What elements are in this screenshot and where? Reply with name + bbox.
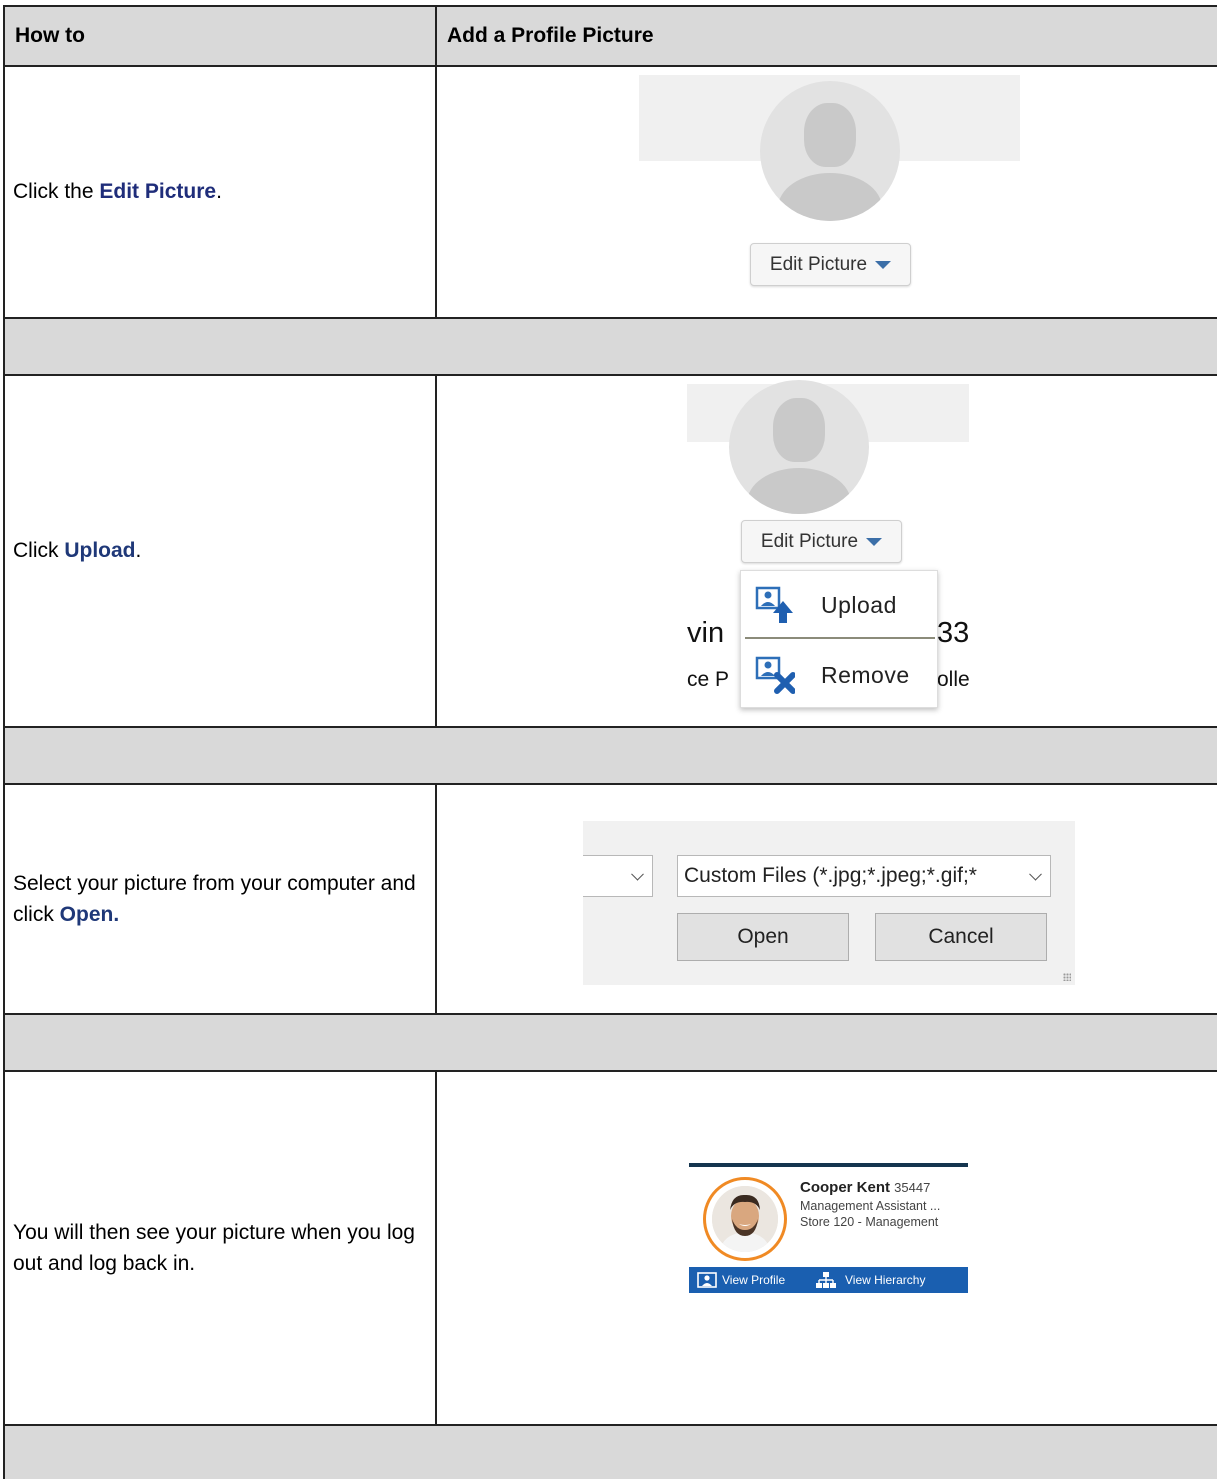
separator-row [3, 726, 1217, 785]
step-1-highlight: Edit Picture [99, 180, 217, 204]
profile-photo [703, 1177, 787, 1261]
step-3-screenshot: Custom Files (*.jpg;*.jpeg;*.gif;* Open … [435, 783, 1217, 1015]
remove-label: Remove [821, 661, 910, 688]
step-2-pre: Click [13, 539, 65, 563]
step-row-4: You will then see your picture when you … [3, 1070, 1217, 1426]
upload-menu-screenshot: Edit Picture vin 33 ce P olle Upload Rem… [687, 380, 977, 720]
view-profile-link[interactable]: View Profile [722, 1273, 785, 1287]
step-row-3: Select your picture from your computer a… [3, 783, 1217, 1015]
step-1-text: Click the Edit Picture. [3, 65, 437, 319]
step-3-text: Select your picture from your computer a… [3, 783, 437, 1015]
edit-picture-label: Edit Picture [769, 253, 868, 275]
step-2-post: . [135, 539, 142, 563]
page: How to Add a Profile Picture Click the E… [0, 0, 1217, 1479]
card-top-bar [689, 1163, 968, 1167]
remove-icon [755, 656, 795, 694]
edit-picture-screenshot: Edit Picture [639, 75, 1020, 297]
profile-job-title: Management Assistant ... [800, 1199, 941, 1213]
caret-down-icon [866, 537, 883, 546]
step-1-screenshot: Edit Picture [435, 65, 1217, 319]
separator-row [3, 317, 1217, 376]
edit-picture-menu: Upload Remove [740, 570, 938, 708]
view-hierarchy-icon [816, 1272, 836, 1288]
upload-icon [755, 586, 793, 623]
open-label: Open [737, 925, 789, 948]
separator-row [3, 1013, 1217, 1072]
background-id-fragment: 33 [937, 617, 970, 649]
menu-divider [745, 637, 935, 639]
upload-label: Upload [821, 591, 897, 618]
open-button[interactable]: Open [677, 913, 849, 961]
chevron-down-icon [1029, 867, 1042, 881]
resize-grip-icon[interactable] [1063, 973, 1071, 981]
background-title-fragment: ce P [687, 668, 730, 691]
view-profile-icon [697, 1272, 717, 1288]
separator-cell [3, 317, 1217, 376]
menu-item-upload[interactable]: Upload [741, 573, 939, 637]
profile-store: Store 120 - Management [800, 1215, 939, 1229]
step-row-2: Click Upload. Edit Picture vin 33 ce P o… [3, 374, 1217, 728]
profile-action-bar: View Profile View Hierarchy [689, 1267, 968, 1293]
file-type-select[interactable]: Custom Files (*.jpg;*.jpeg;*.gif;* [677, 855, 1051, 897]
edit-picture-button[interactable]: Edit Picture [741, 520, 902, 563]
background-name-fragment: vin [687, 617, 725, 649]
header-title: Add a Profile Picture [435, 5, 1217, 67]
profile-id: 35447 [894, 1180, 931, 1195]
header-how-to: How to [3, 5, 437, 67]
background-title-fragment-2: olle [937, 668, 970, 691]
profile-name: Cooper Kent 35447 [800, 1179, 930, 1196]
step-1-post: . [216, 180, 222, 204]
step-4-screenshot: Cooper Kent 35447 Management Assistant .… [435, 1070, 1217, 1426]
step-2-highlight: Upload [64, 539, 136, 563]
step-2-screenshot: Edit Picture vin 33 ce P olle Upload Rem… [435, 374, 1217, 728]
edit-picture-button[interactable]: Edit Picture [750, 243, 911, 286]
edit-picture-label: Edit Picture [760, 530, 859, 552]
separator-cell [3, 726, 1217, 785]
view-hierarchy-link[interactable]: View Hierarchy [845, 1273, 925, 1287]
header-row: How to Add a Profile Picture [3, 5, 1217, 67]
separator-row [3, 1424, 1217, 1479]
step-4-text: You will then see your picture when you … [3, 1070, 437, 1426]
profile-card-screenshot: Cooper Kent 35447 Management Assistant .… [689, 1163, 968, 1293]
caret-down-icon [875, 260, 892, 269]
cancel-button[interactable]: Cancel [875, 913, 1047, 961]
step-row-1: Click the Edit Picture. Edit Picture [3, 65, 1217, 319]
profile-name-text: Cooper Kent [800, 1179, 890, 1196]
chevron-down-icon [631, 867, 644, 881]
avatar-placeholder-icon [760, 81, 900, 221]
file-type-value: Custom Files (*.jpg;*.jpeg;*.gif;* [684, 864, 977, 887]
step-3-highlight: Open. [59, 903, 120, 926]
instruction-table: How to Add a Profile Picture Click the E… [3, 5, 1217, 1479]
file-dialog-screenshot: Custom Files (*.jpg;*.jpeg;*.gif;* Open … [583, 821, 1075, 985]
file-name-dropdown[interactable] [583, 855, 653, 897]
person-photo-icon [712, 1186, 778, 1252]
separator-cell [3, 1013, 1217, 1072]
step-1-pre: Click the [13, 180, 100, 204]
cancel-label: Cancel [928, 925, 994, 948]
step-2-text: Click Upload. [3, 374, 437, 728]
separator-cell [3, 1424, 1217, 1479]
menu-item-remove[interactable]: Remove [741, 643, 939, 707]
avatar-placeholder-icon [729, 380, 869, 514]
